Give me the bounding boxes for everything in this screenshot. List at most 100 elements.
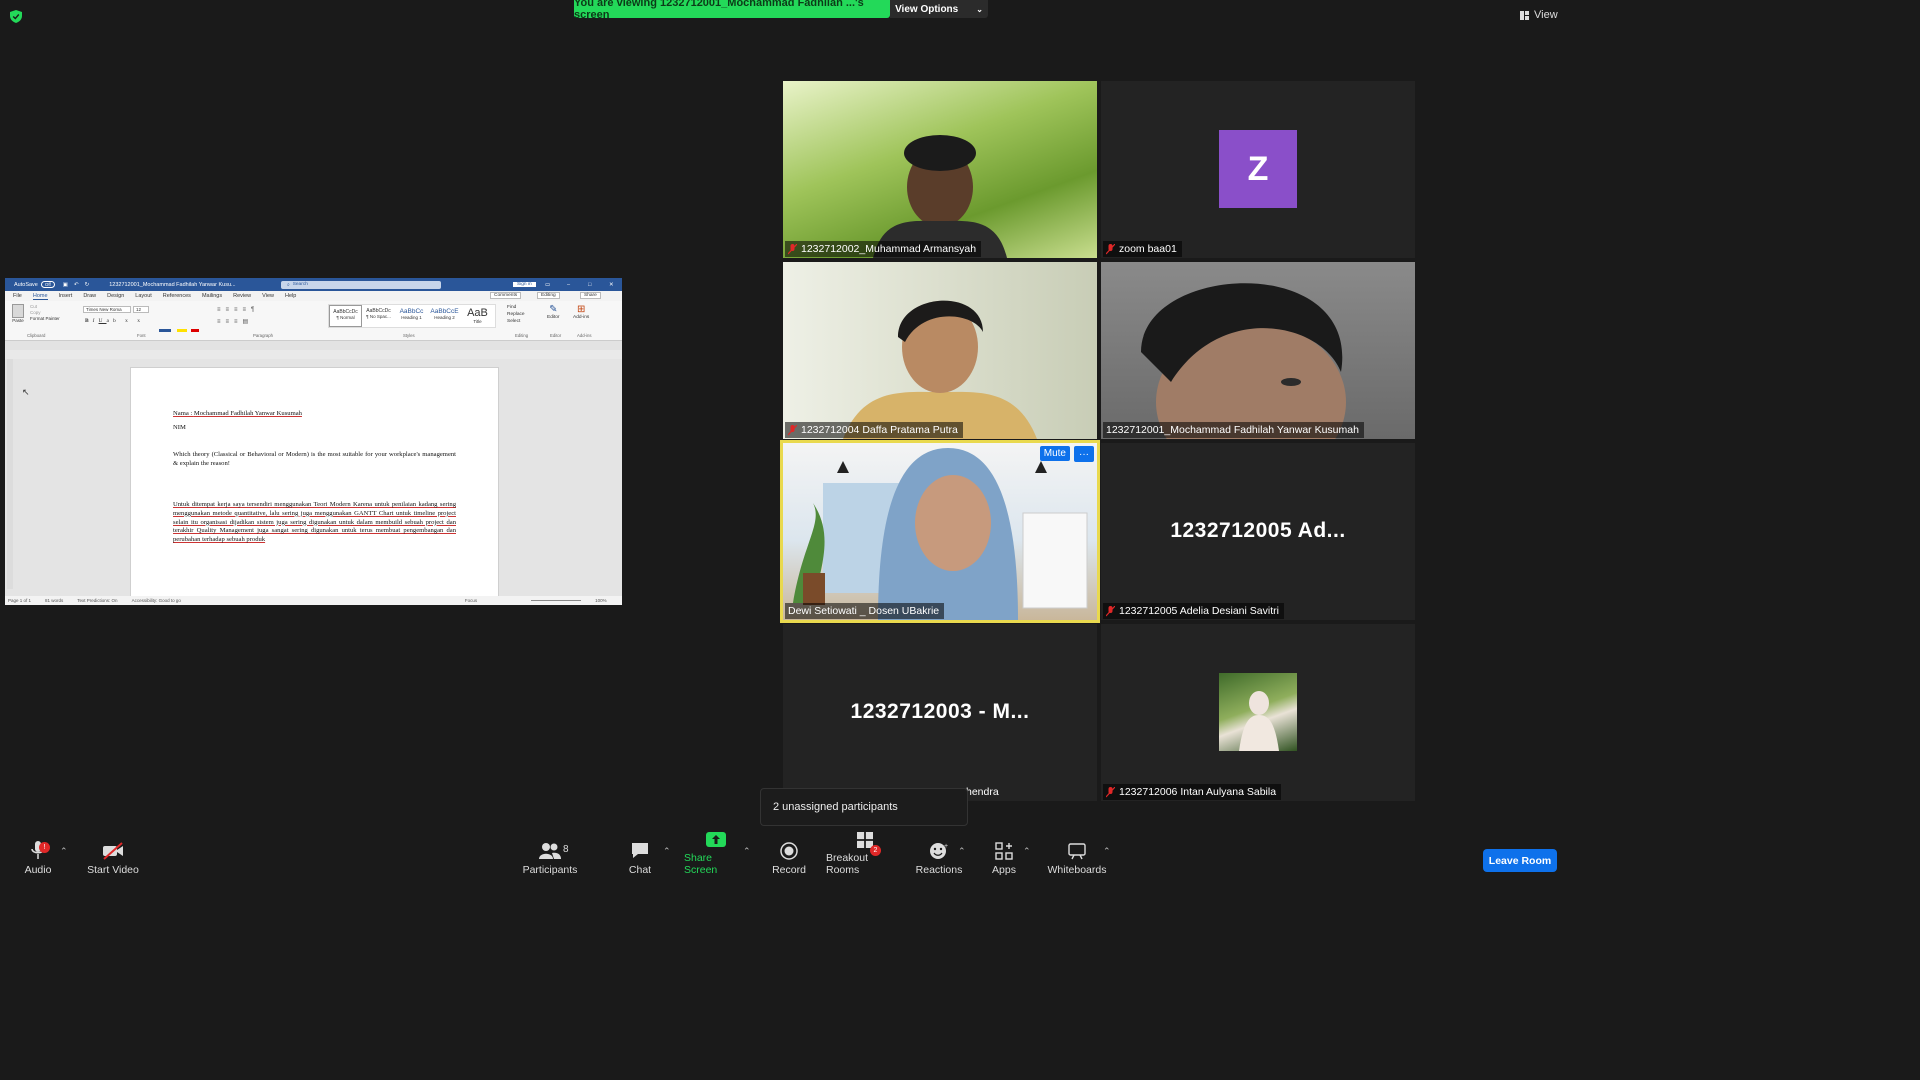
- save-icon[interactable]: ▣: [63, 282, 68, 288]
- accessibility-status[interactable]: Accessibility: Good to go: [132, 598, 181, 603]
- replace-button[interactable]: Replace: [507, 311, 525, 318]
- search-placeholder: Search: [292, 282, 308, 287]
- ribbon-tab-layout[interactable]: Layout: [135, 293, 152, 299]
- apps-button[interactable]: Apps: [987, 832, 1021, 882]
- focus-button[interactable]: Focus: [465, 598, 477, 603]
- audio-options-caret[interactable]: ⌃: [60, 846, 68, 857]
- ribbon-tab-references[interactable]: References: [163, 293, 191, 299]
- ribbon-tab-file[interactable]: File: [13, 293, 22, 299]
- svg-text:+: +: [944, 843, 948, 850]
- close-icon[interactable]: ✕: [609, 282, 614, 288]
- style-option[interactable]: AaBbCcDc ¶ No Spac...: [362, 305, 395, 327]
- muted-mic-icon: [788, 243, 797, 254]
- ribbon-display-icon[interactable]: ▭: [545, 282, 550, 288]
- shared-word-document-window: AutoSave Off ▣ ↶ ↻ 1232712001_Mochammad …: [5, 278, 622, 605]
- video-tile-zoom-baa01[interactable]: Z zoom baa01: [1101, 81, 1415, 258]
- video-tile-adelia[interactable]: 1232712005 Ad... 1232712005 Adelia Desia…: [1101, 443, 1415, 620]
- find-button[interactable]: Find: [507, 304, 525, 311]
- security-shield-icon[interactable]: [10, 10, 22, 23]
- editor-pen-icon: ✎: [549, 304, 558, 315]
- name-line: Nama : Mochammad Fadhilah Yanwar Kusumah: [173, 410, 373, 419]
- breakout-rooms-label: Breakout Rooms: [826, 852, 869, 876]
- share-button[interactable]: Share: [580, 292, 601, 299]
- avatar: [1219, 673, 1297, 751]
- style-label: Heading 2: [434, 315, 455, 320]
- autosave-label: AutoSave: [14, 281, 38, 288]
- style-option[interactable]: AaBbCcDc ¶ Normal: [329, 305, 362, 327]
- video-tile-mochammad-fadhilah[interactable]: 1232712001_Mochammad Fadhilah Yanwar Kus…: [1101, 262, 1415, 439]
- alignment-buttons[interactable]: ≡≡≡▤: [217, 318, 253, 325]
- video-tile-daffa[interactable]: 1232712004 Daffa Pratama Putra: [783, 262, 1097, 439]
- ribbon-tab-help[interactable]: Help: [285, 293, 296, 299]
- ribbon-tabs: File Home Insert Draw Design Layout References…: [5, 291, 622, 301]
- more-options-button[interactable]: ···: [1074, 446, 1094, 462]
- zoom-level[interactable]: 100%: [595, 598, 607, 603]
- word-count[interactable]: 81 words: [45, 598, 63, 603]
- vertical-ruler[interactable]: [7, 359, 13, 589]
- font-name-select[interactable]: Times New Roma: [83, 306, 131, 313]
- styles-gallery[interactable]: AaBbCcDc ¶ Normal AaBbCcDc ¶ No Spac... AaBb…: [328, 304, 496, 328]
- style-option[interactable]: AaBbCcE Heading 2: [428, 305, 461, 327]
- leave-room-button[interactable]: Leave Room: [1483, 849, 1557, 872]
- redo-icon[interactable]: ↻: [85, 282, 90, 288]
- whiteboards-options-caret[interactable]: ⌃: [1103, 846, 1111, 857]
- ribbon-tab-view[interactable]: View: [262, 293, 274, 299]
- view-label: View: [1534, 9, 1558, 21]
- share-options-caret[interactable]: ⌃: [743, 846, 751, 857]
- paragraph-buttons[interactable]: ≡≡≡≡¶: [217, 307, 259, 313]
- video-tile-1232712003[interactable]: 1232712003 - M... hendra: [783, 624, 1097, 801]
- ribbon-tab-review[interactable]: Review: [233, 293, 251, 299]
- ribbon-tab-design[interactable]: Design: [107, 293, 124, 299]
- document-title[interactable]: 1232712001_Mochammad Fadhilah Yanwar Kus…: [109, 282, 235, 288]
- horizontal-ruler[interactable]: [5, 341, 622, 350]
- format-painter-button[interactable]: Format Painter: [30, 316, 60, 322]
- reactions-button[interactable]: + Reactions: [914, 832, 964, 882]
- comments-button[interactable]: Comments: [490, 292, 522, 299]
- chat-button[interactable]: Chat: [624, 832, 656, 882]
- addins-button[interactable]: ⊞ Add-ins: [573, 304, 589, 320]
- document-page[interactable]: Nama : Mochammad Fadhilah Yanwar Kusumah…: [130, 367, 499, 605]
- style-option[interactable]: AaB Title: [461, 305, 494, 327]
- paste-button[interactable]: Paste: [11, 304, 25, 323]
- breakout-rooms-button[interactable]: Breakout Rooms 2: [826, 832, 904, 882]
- ribbon-tab-draw[interactable]: Draw: [83, 293, 96, 299]
- zoom-slider[interactable]: [531, 600, 582, 601]
- video-tile-active-speaker[interactable]: Mute ··· Dewi Setiowati _ Dosen UBakrie: [780, 440, 1100, 623]
- ribbon-tab-insert[interactable]: Insert: [59, 293, 73, 299]
- select-button[interactable]: Select: [507, 318, 525, 325]
- record-button[interactable]: Record: [769, 832, 809, 882]
- undo-icon[interactable]: ↶: [74, 282, 79, 288]
- view-options-button[interactable]: View Options ⌄: [890, 0, 988, 18]
- style-option[interactable]: AaBbCc Heading 1: [395, 305, 428, 327]
- maximize-icon[interactable]: □: [588, 282, 591, 288]
- start-video-button[interactable]: Start Video: [86, 832, 140, 882]
- chat-options-caret[interactable]: ⌃: [663, 846, 671, 857]
- text-predictions[interactable]: Text Predictions: On: [77, 598, 117, 603]
- sign-in-button[interactable]: Sign in: [513, 282, 536, 287]
- font-size-select[interactable]: 12: [133, 306, 149, 313]
- video-tile-armansyah[interactable]: 1232712002_Muhammad Armansyah: [783, 81, 1097, 258]
- share-label: Share: [584, 293, 597, 298]
- participant-video-silhouette: [873, 135, 1007, 258]
- font-color-buttons[interactable]: [159, 329, 199, 332]
- ribbon-tab-home[interactable]: Home: [32, 293, 48, 300]
- video-tile-intan[interactable]: 1232712006 Intan Aulyana Sabila: [1101, 624, 1415, 801]
- view-layout-button[interactable]: View: [1520, 9, 1558, 21]
- apps-options-caret[interactable]: ⌃: [1023, 846, 1031, 857]
- ribbon-tab-mailings[interactable]: Mailings: [202, 293, 222, 299]
- search-box[interactable]: ⌕ Search: [281, 280, 441, 289]
- reactions-options-caret[interactable]: ⌃: [958, 846, 966, 857]
- page-count[interactable]: Page 1 of 1: [8, 598, 31, 603]
- addins-group-label: Add-ins: [577, 333, 592, 338]
- editor-button[interactable]: ✎ Editor: [547, 304, 560, 320]
- font-formatting-buttons[interactable]: BIUab x x: [85, 318, 144, 324]
- whiteboards-button[interactable]: Whiteboards: [1046, 832, 1108, 882]
- editing-mode-button[interactable]: Editing: [537, 292, 560, 299]
- participants-button[interactable]: Participants 8: [522, 832, 578, 882]
- share-screen-button[interactable]: Share Screen: [684, 832, 748, 882]
- mute-participant-button[interactable]: Mute: [1039, 446, 1070, 461]
- minimize-icon[interactable]: –: [567, 282, 570, 288]
- autosave-toggle[interactable]: Off: [40, 281, 55, 288]
- audio-button[interactable]: Audio !: [18, 832, 58, 882]
- apps-icon: [995, 842, 1013, 860]
